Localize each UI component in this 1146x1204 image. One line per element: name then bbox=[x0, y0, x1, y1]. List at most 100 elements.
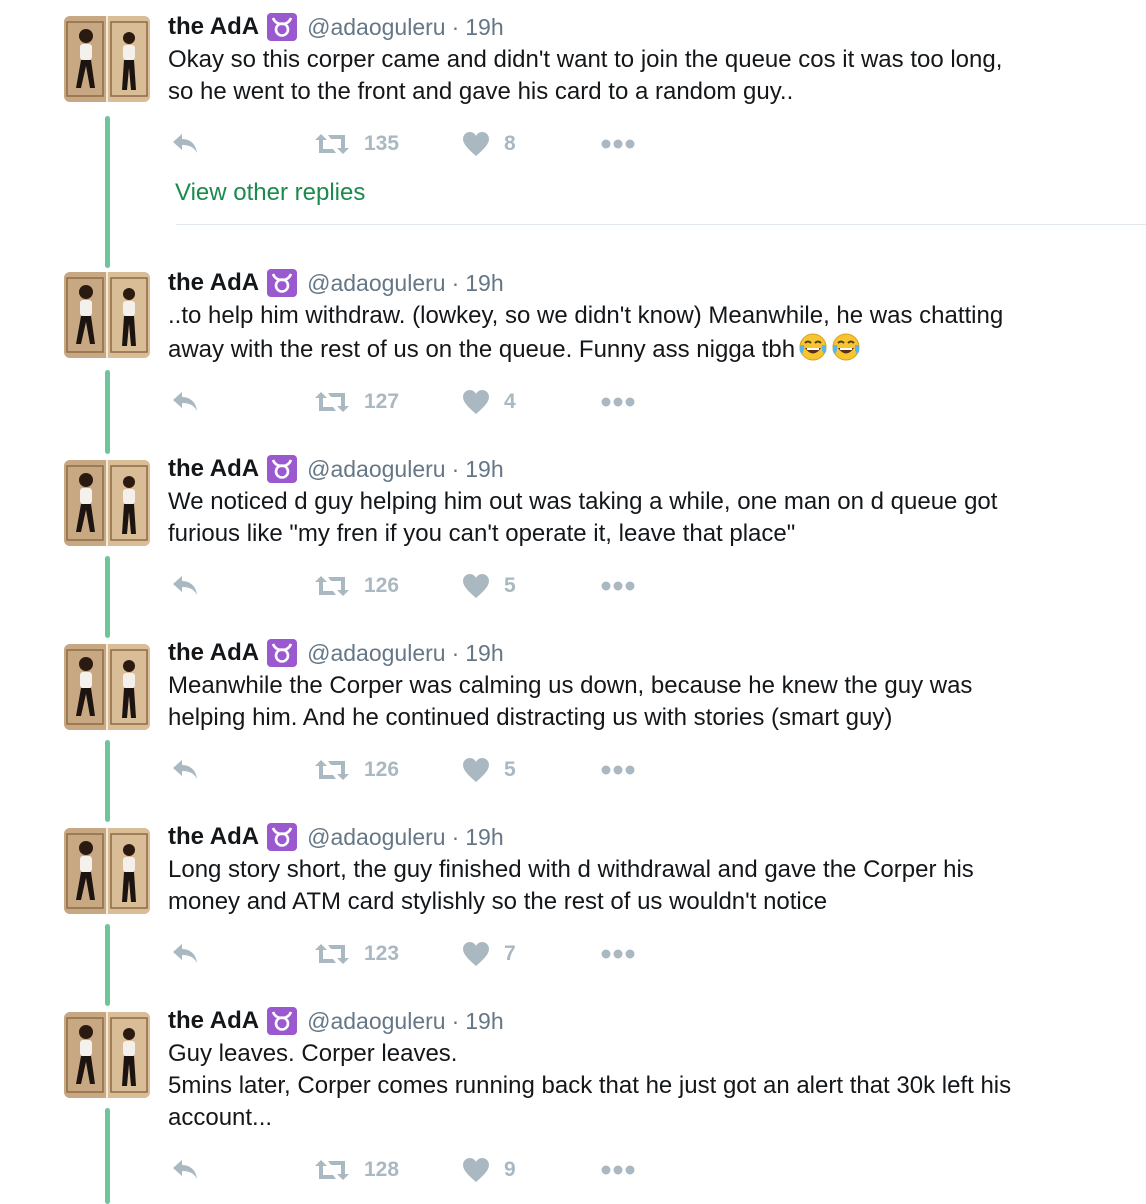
like-button[interactable]: 8 bbox=[462, 127, 516, 161]
separator: · bbox=[451, 823, 460, 850]
tweet-header: the AdA @adaoguleru · 19h bbox=[168, 637, 504, 669]
display-name[interactable]: the AdA bbox=[168, 13, 259, 41]
tweet-text: Meanwhile the Corper was calming us down… bbox=[168, 672, 973, 731]
tears-of-joy-emoji bbox=[831, 332, 861, 362]
heart-icon bbox=[462, 389, 490, 415]
heart-icon bbox=[462, 131, 490, 157]
retweet-button[interactable]: 126 bbox=[314, 753, 399, 787]
more-button[interactable] bbox=[600, 753, 636, 787]
display-name[interactable]: the AdA bbox=[168, 639, 259, 667]
reply-button[interactable] bbox=[170, 753, 200, 787]
taurus-badge-icon bbox=[267, 13, 298, 41]
tweet[interactable]: the AdA @adaoguleru · 19h Long story sho… bbox=[0, 810, 1146, 990]
view-other-replies-link[interactable]: View other replies bbox=[175, 179, 365, 207]
like-button[interactable]: 4 bbox=[462, 385, 516, 419]
like-button[interactable]: 7 bbox=[462, 937, 516, 971]
user-handle[interactable]: @adaoguleru bbox=[307, 14, 445, 41]
display-name[interactable]: the AdA bbox=[168, 455, 259, 483]
retweet-button[interactable]: 127 bbox=[314, 385, 399, 419]
avatar[interactable] bbox=[64, 460, 150, 546]
display-name[interactable]: the AdA bbox=[168, 1007, 259, 1035]
heart-icon bbox=[462, 941, 490, 967]
tweet[interactable]: the AdA @adaoguleru · 19h Okay so this c… bbox=[0, 0, 1146, 230]
separator: · bbox=[451, 455, 460, 482]
reply-button[interactable] bbox=[170, 1153, 200, 1187]
tweet[interactable]: the AdA @adaoguleru · 19h ..to help him … bbox=[0, 256, 1146, 436]
heart-icon bbox=[462, 757, 490, 783]
tweet[interactable]: the AdA @adaoguleru · 19h Meanwhile the … bbox=[0, 626, 1146, 806]
avatar[interactable] bbox=[64, 1012, 150, 1098]
timestamp[interactable]: 19h bbox=[465, 640, 503, 667]
retweet-count: 126 bbox=[364, 758, 400, 781]
display-name[interactable]: the AdA bbox=[168, 269, 259, 297]
like-button[interactable]: 5 bbox=[462, 753, 516, 787]
separator: · bbox=[451, 269, 460, 296]
user-handle[interactable]: @adaoguleru bbox=[307, 640, 445, 667]
separator: · bbox=[451, 639, 460, 666]
tweet-actions: 126 5 bbox=[168, 569, 768, 603]
tweet-text: ..to help him withdraw. (lowkey, so we d… bbox=[168, 300, 1108, 366]
more-icon bbox=[600, 138, 636, 150]
tweet-header: the AdA @adaoguleru · 19h bbox=[168, 821, 504, 853]
more-button[interactable] bbox=[600, 127, 636, 161]
heart-icon bbox=[462, 573, 490, 599]
retweet-button[interactable]: 128 bbox=[314, 1153, 399, 1187]
tweet-text-body: ..to help him withdraw. (lowkey, so we d… bbox=[168, 302, 1004, 363]
more-button[interactable] bbox=[600, 569, 636, 603]
retweet-count: 123 bbox=[364, 942, 400, 965]
like-button[interactable]: 5 bbox=[462, 569, 516, 603]
avatar[interactable] bbox=[64, 644, 150, 730]
reply-button[interactable] bbox=[170, 937, 200, 971]
like-count: 5 bbox=[504, 758, 516, 781]
retweet-button[interactable]: 123 bbox=[314, 937, 399, 971]
retweet-button[interactable]: 126 bbox=[314, 569, 399, 603]
avatar[interactable] bbox=[64, 16, 150, 102]
timestamp[interactable]: 19h bbox=[465, 270, 503, 297]
reply-icon bbox=[170, 131, 200, 157]
tweet-text: We noticed d guy helping him out was tak… bbox=[168, 488, 998, 547]
timestamp[interactable]: 19h bbox=[465, 456, 503, 483]
avatar[interactable] bbox=[64, 272, 150, 358]
more-icon bbox=[600, 764, 636, 776]
user-handle[interactable]: @adaoguleru bbox=[307, 824, 445, 851]
avatar[interactable] bbox=[64, 828, 150, 914]
more-icon bbox=[600, 948, 636, 960]
more-button[interactable] bbox=[600, 937, 636, 971]
retweet-count: 128 bbox=[364, 1158, 400, 1181]
more-icon bbox=[600, 396, 636, 408]
timestamp[interactable]: 19h bbox=[465, 824, 503, 851]
separator: · bbox=[451, 13, 460, 40]
retweet-icon bbox=[314, 132, 350, 156]
reply-icon bbox=[170, 1157, 200, 1183]
user-handle[interactable]: @adaoguleru bbox=[307, 270, 445, 297]
user-handle[interactable]: @adaoguleru bbox=[307, 456, 445, 483]
retweet-icon bbox=[314, 574, 350, 598]
more-button[interactable] bbox=[600, 385, 636, 419]
retweet-count: 126 bbox=[364, 574, 400, 597]
retweet-button[interactable]: 135 bbox=[314, 127, 399, 161]
tweet[interactable]: the AdA @adaoguleru · 19h Guy leaves. Co… bbox=[0, 994, 1146, 1204]
display-name[interactable]: the AdA bbox=[168, 823, 259, 851]
like-button[interactable]: 9 bbox=[462, 1153, 516, 1187]
like-count: 7 bbox=[504, 942, 516, 965]
tweet-header: the AdA @adaoguleru · 19h bbox=[168, 1005, 504, 1037]
retweet-icon bbox=[314, 390, 350, 414]
reply-button[interactable] bbox=[170, 569, 200, 603]
taurus-badge-icon bbox=[267, 269, 298, 297]
tweet-actions: 135 8 bbox=[168, 127, 768, 161]
reply-button[interactable] bbox=[170, 385, 200, 419]
tweet-actions: 123 7 bbox=[168, 937, 768, 971]
tweet-header: the AdA @adaoguleru · 19h bbox=[168, 267, 504, 299]
timestamp[interactable]: 19h bbox=[465, 14, 503, 41]
tweet-header: the AdA @adaoguleru · 19h bbox=[168, 11, 504, 43]
tweet[interactable]: the AdA @adaoguleru · 19h We noticed d g… bbox=[0, 442, 1146, 622]
tweet-text: Okay so this corper came and didn't want… bbox=[168, 46, 1003, 105]
retweet-count: 127 bbox=[364, 390, 400, 413]
reply-button[interactable] bbox=[170, 127, 200, 161]
more-icon bbox=[600, 1164, 636, 1176]
more-button[interactable] bbox=[600, 1153, 636, 1187]
like-count: 8 bbox=[504, 132, 516, 155]
user-handle[interactable]: @adaoguleru bbox=[307, 1008, 445, 1035]
timestamp[interactable]: 19h bbox=[465, 1008, 503, 1035]
like-count: 5 bbox=[504, 574, 516, 597]
